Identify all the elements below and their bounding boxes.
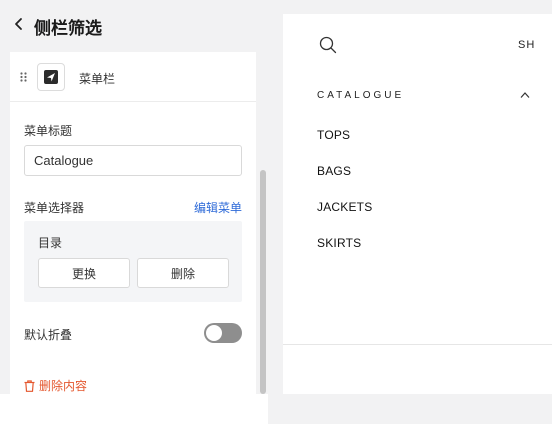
chevron-up-icon[interactable] [520,91,530,99]
preview-menu-item-skirts[interactable]: SKIRTS [317,236,361,250]
settings-card: 菜单栏 菜单标题 菜单选择器 编辑菜单 目录 更换 删除 默认折叠 删除内容 [10,52,256,394]
replace-button[interactable]: 更换 [38,258,130,288]
trash-icon [24,379,35,392]
menu-block-row[interactable]: 菜单栏 [10,52,256,102]
editor-panel: 侧栏筛选 菜单栏 菜单标题 菜单选择器 编辑菜单 目录 更换 删除 [0,0,268,394]
menu-title-label: 菜单标题 [24,124,73,138]
preview-menu-item-tops[interactable]: TOPS [317,128,350,142]
preview-sidebar: SH CATALOGUE TOPS BAGS JACKETS SKIRTS [283,14,552,394]
chevron-left-icon[interactable] [12,16,26,32]
menu-block-label: 菜单栏 [79,72,116,86]
page-title: 侧栏筛选 [34,19,102,39]
edit-menu-link[interactable]: 编辑菜单 [194,199,242,216]
scrollbar-thumb[interactable] [260,170,266,394]
search-icon[interactable] [319,36,337,54]
arrow-square-icon [44,70,58,84]
preview-menu-item-bags[interactable]: BAGS [317,164,351,178]
preview-cut-text: SH [518,39,536,51]
delete-content-button[interactable]: 删除内容 [24,377,87,394]
drag-handle-icon[interactable] [20,72,28,82]
collapse-default-label: 默认折叠 [24,328,73,342]
panel-header: 侧栏筛选 [0,0,268,50]
preview-menu-item-jackets[interactable]: JACKETS [317,200,372,214]
preview-divider [283,344,552,345]
toggle-knob [206,325,222,341]
selected-menu-name: 目录 [38,236,63,250]
menu-selector-label: 菜单选择器 [24,201,85,215]
delete-menu-button[interactable]: 删除 [137,258,229,288]
catalogue-heading[interactable]: CATALOGUE [317,90,404,101]
menu-block-icon-box [37,63,65,91]
delete-content-label: 删除内容 [39,379,88,393]
menu-selector-box: 目录 更换 删除 [24,221,242,302]
scrollbar-track[interactable] [258,52,268,394]
menu-title-input[interactable] [24,145,242,176]
collapse-default-toggle[interactable] [204,323,242,343]
